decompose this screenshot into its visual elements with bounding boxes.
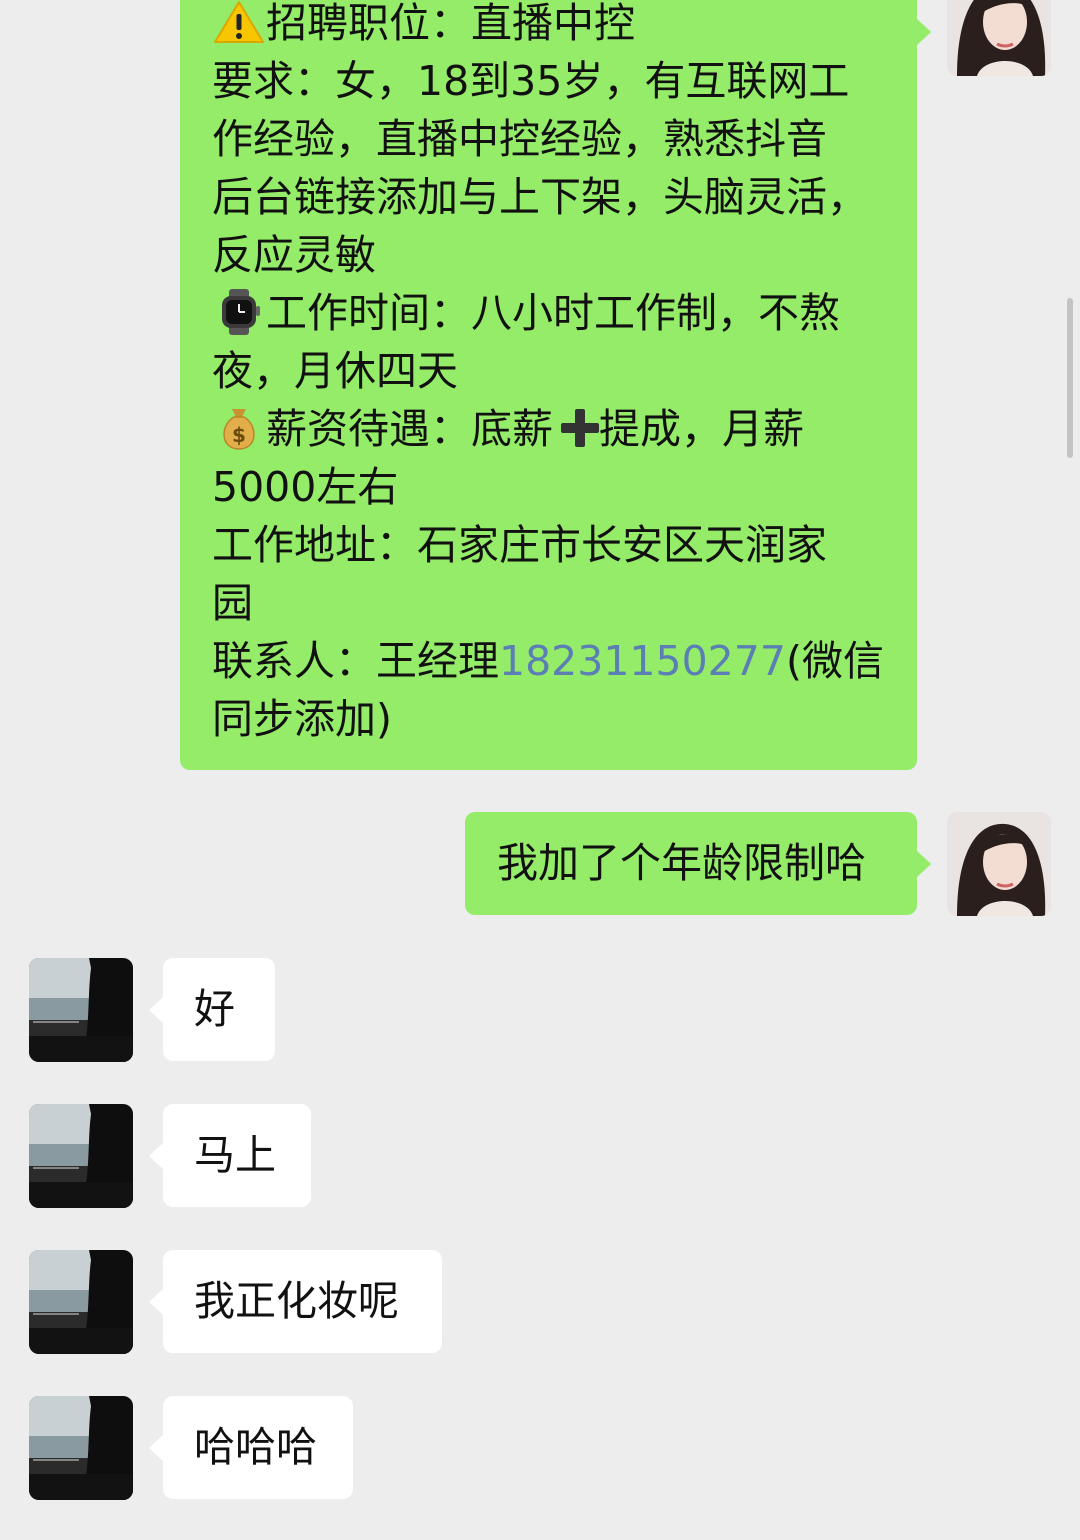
contact-avatar[interactable] [29, 1104, 133, 1208]
warning-icon [212, 0, 266, 43]
received-message[interactable]: 哈哈哈 [149, 1396, 353, 1499]
requirements-line-3: 后台链接添加与上下架，头脑灵活， [212, 173, 868, 221]
money-bag-icon: $ [212, 405, 266, 450]
scrollbar[interactable] [1067, 298, 1073, 458]
requirements-line-1: 要求：女，18到35岁，有互联网工 [212, 57, 850, 105]
my-avatar[interactable] [947, 0, 1051, 76]
salary-text-b: 提成，月薪 [599, 405, 804, 453]
contact-suffix: (微信 [785, 637, 884, 685]
window-view-image [29, 1396, 133, 1500]
salary-line: $ 薪资待遇：底薪 提成，月薪 [212, 400, 887, 458]
received-message[interactable]: 我正化妆呢 [149, 1250, 442, 1353]
work-time-line-2: 夜，月休四天 [212, 347, 458, 395]
my-avatar[interactable] [947, 812, 1051, 916]
contact-avatar[interactable] [29, 1250, 133, 1354]
plus-icon [553, 405, 599, 449]
watch-icon [212, 289, 266, 335]
window-view-image [29, 958, 133, 1062]
contact-line-2: 同步添加) [212, 695, 392, 743]
salary-line-2: 5000左右 [212, 463, 399, 511]
received-message[interactable]: 好 [149, 958, 275, 1061]
phone-number-link[interactable]: 18231150277 [499, 637, 786, 685]
job-title-line: 招聘职位：直播中控 [212, 0, 887, 52]
contact-label: 联系人：王经理 [212, 637, 499, 685]
job-title-text: 招聘职位：直播中控 [266, 0, 635, 47]
window-view-image [29, 1250, 133, 1354]
woman-portrait-image [947, 812, 1051, 916]
requirements-line-4: 反应灵敏 [212, 231, 376, 279]
job-post-message[interactable]: 招聘职位：直播中控 要求：女，18到35岁，有互联网工 作经验，直播中控经验，熟… [180, 0, 931, 770]
sent-message[interactable]: 我加了个年龄限制哈 [465, 812, 931, 915]
svg-text:$: $ [232, 423, 246, 447]
salary-text-a: 薪资待遇：底薪 [266, 405, 553, 453]
woman-portrait-image [947, 0, 1051, 76]
address-line-2: 园 [212, 579, 253, 627]
received-message[interactable]: 马上 [149, 1104, 311, 1207]
work-time-text: 工作时间：八小时工作制，不熬 [266, 289, 840, 337]
requirements-line-2: 作经验，直播中控经验，熟悉抖音 [212, 115, 827, 163]
chat-window: 招聘职位：直播中控 要求：女，18到35岁，有互联网工 作经验，直播中控经验，熟… [0, 0, 1080, 1540]
work-time-line: 工作时间：八小时工作制，不熬 [212, 284, 887, 342]
contact-avatar[interactable] [29, 958, 133, 1062]
window-view-image [29, 1104, 133, 1208]
contact-line: 联系人：王经理18231150277(微信 [212, 632, 887, 690]
contact-avatar[interactable] [29, 1396, 133, 1500]
address-line: 工作地址：石家庄市长安区天润家 [212, 521, 827, 569]
